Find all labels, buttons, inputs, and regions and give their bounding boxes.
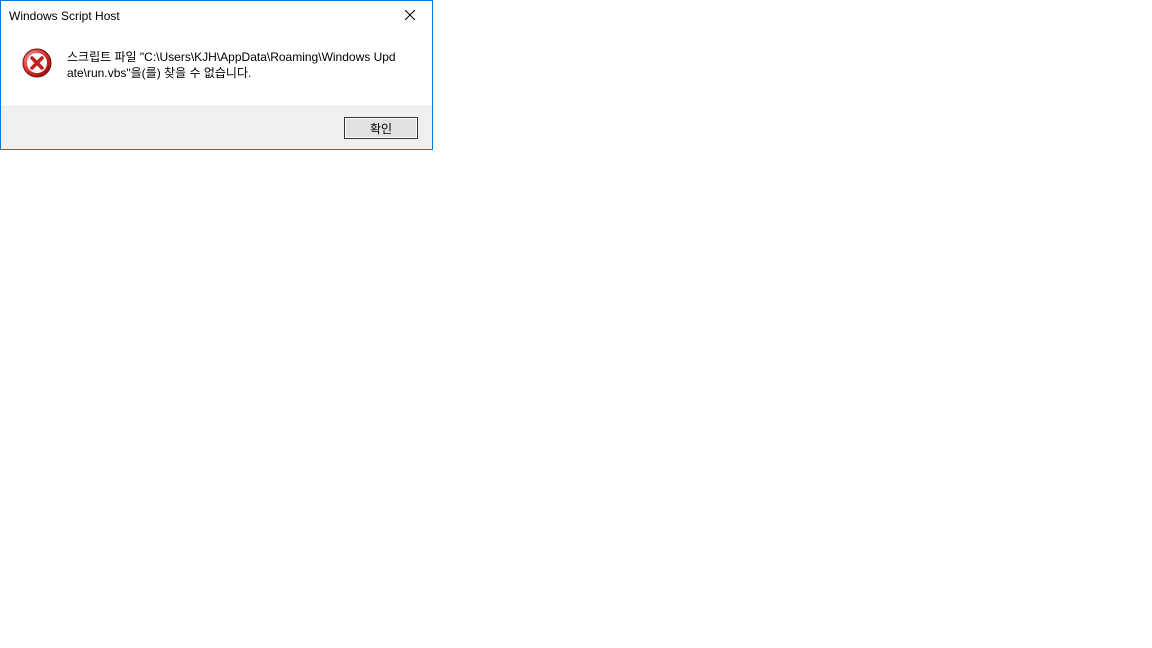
dialog-message: 스크립트 파일 "C:\Users\KJH\AppData\Roaming\Wi… [67, 47, 397, 81]
close-button[interactable] [387, 1, 432, 31]
error-icon [21, 47, 53, 79]
close-icon [405, 7, 415, 25]
dialog-body: 스크립트 파일 "C:\Users\KJH\AppData\Roaming\Wi… [1, 31, 432, 106]
dialog-footer: 확인 [1, 106, 432, 149]
ok-button[interactable]: 확인 [344, 117, 418, 139]
message-dialog: Windows Script Host [0, 0, 433, 150]
titlebar[interactable]: Windows Script Host [1, 1, 432, 31]
dialog-title: Windows Script Host [1, 9, 387, 23]
